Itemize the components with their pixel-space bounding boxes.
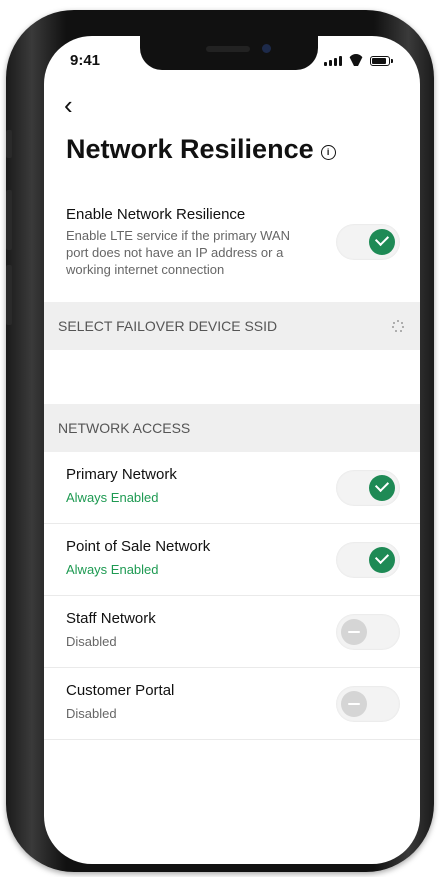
enable-description: Enable LTE service if the primary WAN po… bbox=[66, 228, 290, 277]
toggle-knob bbox=[369, 229, 395, 255]
enable-resilience-block: Enable Network Resilience Enable LTE ser… bbox=[66, 206, 306, 278]
list-item-primary-network: Primary Network Always Enabled bbox=[44, 452, 420, 524]
list-item-customer-portal: Customer Portal Disabled bbox=[44, 668, 420, 740]
toggle-knob bbox=[369, 475, 395, 501]
staff-network-toggle[interactable] bbox=[336, 614, 400, 650]
point-of-sale-network-toggle[interactable] bbox=[336, 542, 400, 578]
title-row: Network Resilience i bbox=[66, 134, 336, 165]
customer-portal-toggle[interactable] bbox=[336, 686, 400, 722]
row-status: Disabled bbox=[66, 706, 117, 721]
enable-resilience-toggle[interactable] bbox=[336, 224, 400, 260]
list-item-staff-network: Staff Network Disabled bbox=[44, 596, 420, 668]
disabled-dash-icon bbox=[348, 703, 360, 705]
battery-icon bbox=[370, 56, 393, 66]
row-status: Disabled bbox=[66, 634, 117, 649]
back-chevron-icon[interactable]: ‹ bbox=[64, 92, 73, 118]
status-time: 9:41 bbox=[70, 52, 101, 69]
loading-spinner-icon bbox=[392, 320, 404, 332]
front-camera bbox=[262, 44, 271, 53]
status-icons bbox=[324, 54, 393, 66]
enable-title: Enable Network Resilience bbox=[66, 206, 246, 223]
check-icon bbox=[374, 477, 390, 493]
row-label: Customer Portal bbox=[66, 682, 175, 699]
network-access-header-label: NETWORK ACCESS bbox=[58, 420, 191, 436]
row-label: Staff Network bbox=[66, 610, 156, 627]
screen: 9:41 ‹ Network Resilience i Enable Netwo… bbox=[44, 36, 420, 864]
row-label: Point of Sale Network bbox=[66, 538, 211, 555]
page-title: Network Resilience bbox=[66, 134, 314, 164]
disabled-dash-icon bbox=[348, 631, 360, 633]
toggle-knob bbox=[341, 691, 367, 717]
row-status: Always Enabled bbox=[66, 490, 159, 505]
wifi-icon bbox=[348, 54, 364, 66]
network-access-section-header: NETWORK ACCESS bbox=[44, 404, 420, 452]
toggle-knob bbox=[341, 619, 367, 645]
notch bbox=[140, 36, 318, 70]
primary-network-toggle[interactable] bbox=[336, 470, 400, 506]
volume-up-button bbox=[6, 190, 12, 250]
check-icon bbox=[374, 231, 390, 247]
toggle-knob bbox=[369, 547, 395, 573]
volume-down-button bbox=[6, 265, 12, 325]
failover-section-header: SELECT FAILOVER DEVICE SSID bbox=[44, 302, 420, 350]
row-status: Always Enabled bbox=[66, 562, 159, 577]
list-item-point-of-sale-network: Point of Sale Network Always Enabled bbox=[44, 524, 420, 596]
speaker bbox=[206, 46, 250, 52]
failover-header-label: SELECT FAILOVER DEVICE SSID bbox=[58, 318, 278, 334]
row-label: Primary Network bbox=[66, 466, 177, 483]
check-icon bbox=[374, 549, 390, 565]
signal-icon bbox=[324, 56, 342, 66]
mute-switch bbox=[6, 130, 12, 158]
info-icon[interactable]: i bbox=[320, 145, 336, 160]
